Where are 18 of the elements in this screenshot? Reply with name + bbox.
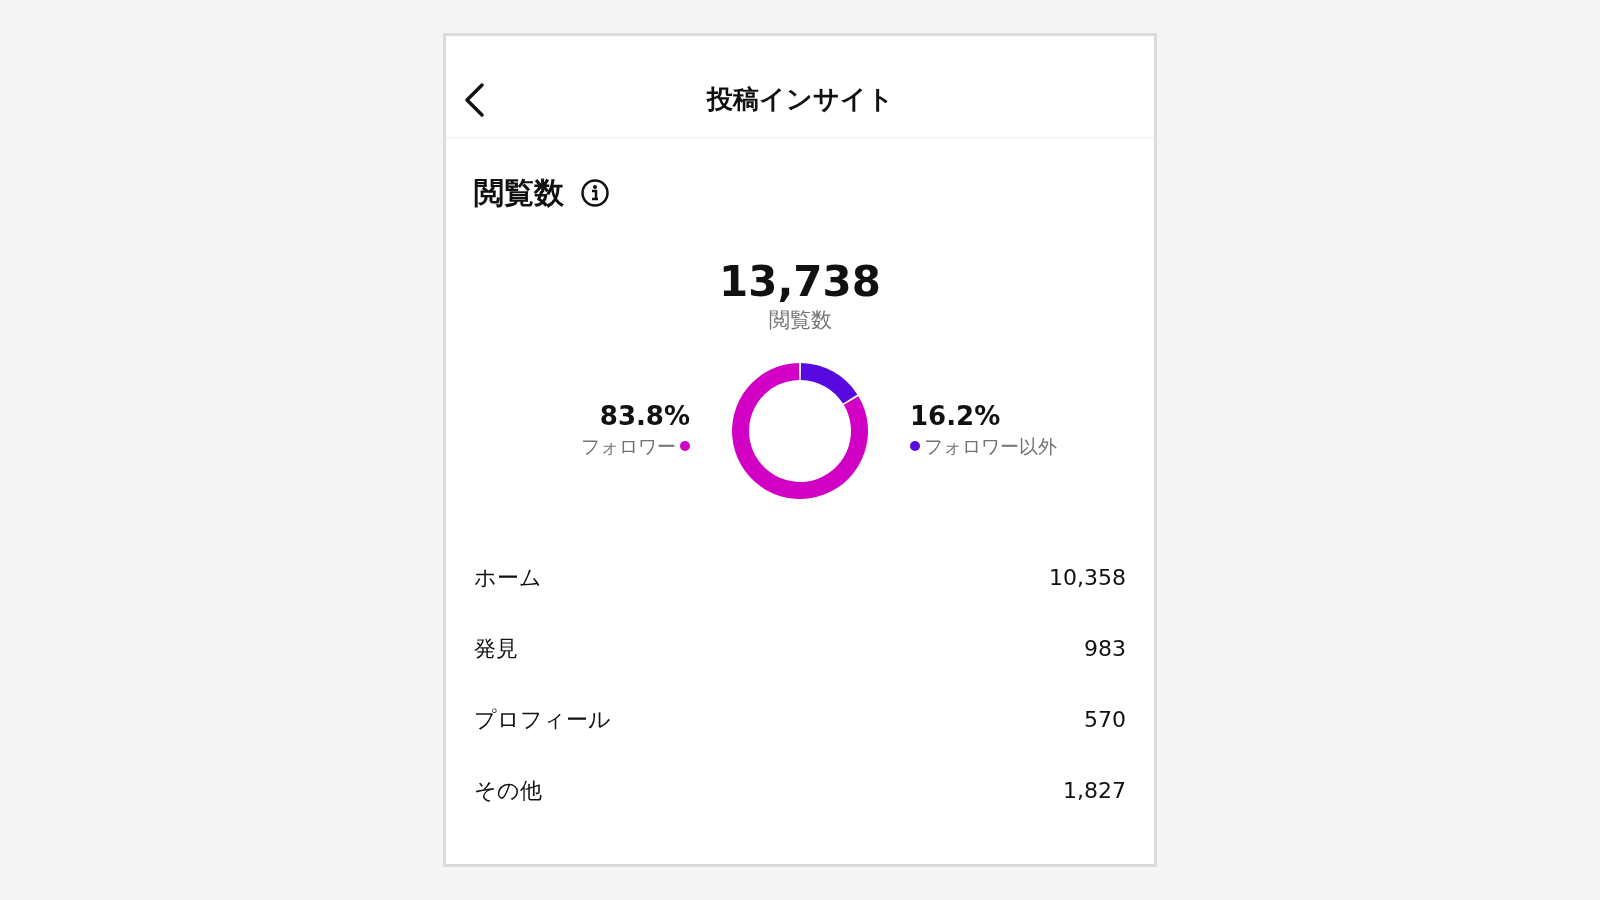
source-count: 983 bbox=[1084, 634, 1126, 663]
source-label: ホーム bbox=[474, 563, 542, 592]
legend-label: フォロワー bbox=[581, 434, 676, 460]
total-label: 閲覧数 bbox=[768, 307, 832, 335]
source-label: その他 bbox=[474, 776, 542, 805]
source-label: 発見 bbox=[474, 634, 518, 663]
back-icon bbox=[462, 82, 486, 118]
section-title: 閲覧数 bbox=[474, 174, 564, 212]
info-icon[interactable] bbox=[580, 177, 610, 208]
legend-label: フォロワー以外 bbox=[924, 434, 1057, 460]
source-count: 1,827 bbox=[1063, 776, 1126, 805]
page-title: 投稿インサイト bbox=[706, 83, 894, 116]
source-label: プロフィール bbox=[474, 705, 611, 734]
percent-value: 16.2% bbox=[910, 400, 1001, 433]
source-count: 570 bbox=[1084, 705, 1126, 734]
percent-value: 83.8% bbox=[599, 400, 690, 433]
source-count: 10,358 bbox=[1049, 563, 1126, 592]
total-views: 13,738 bbox=[718, 259, 882, 306]
